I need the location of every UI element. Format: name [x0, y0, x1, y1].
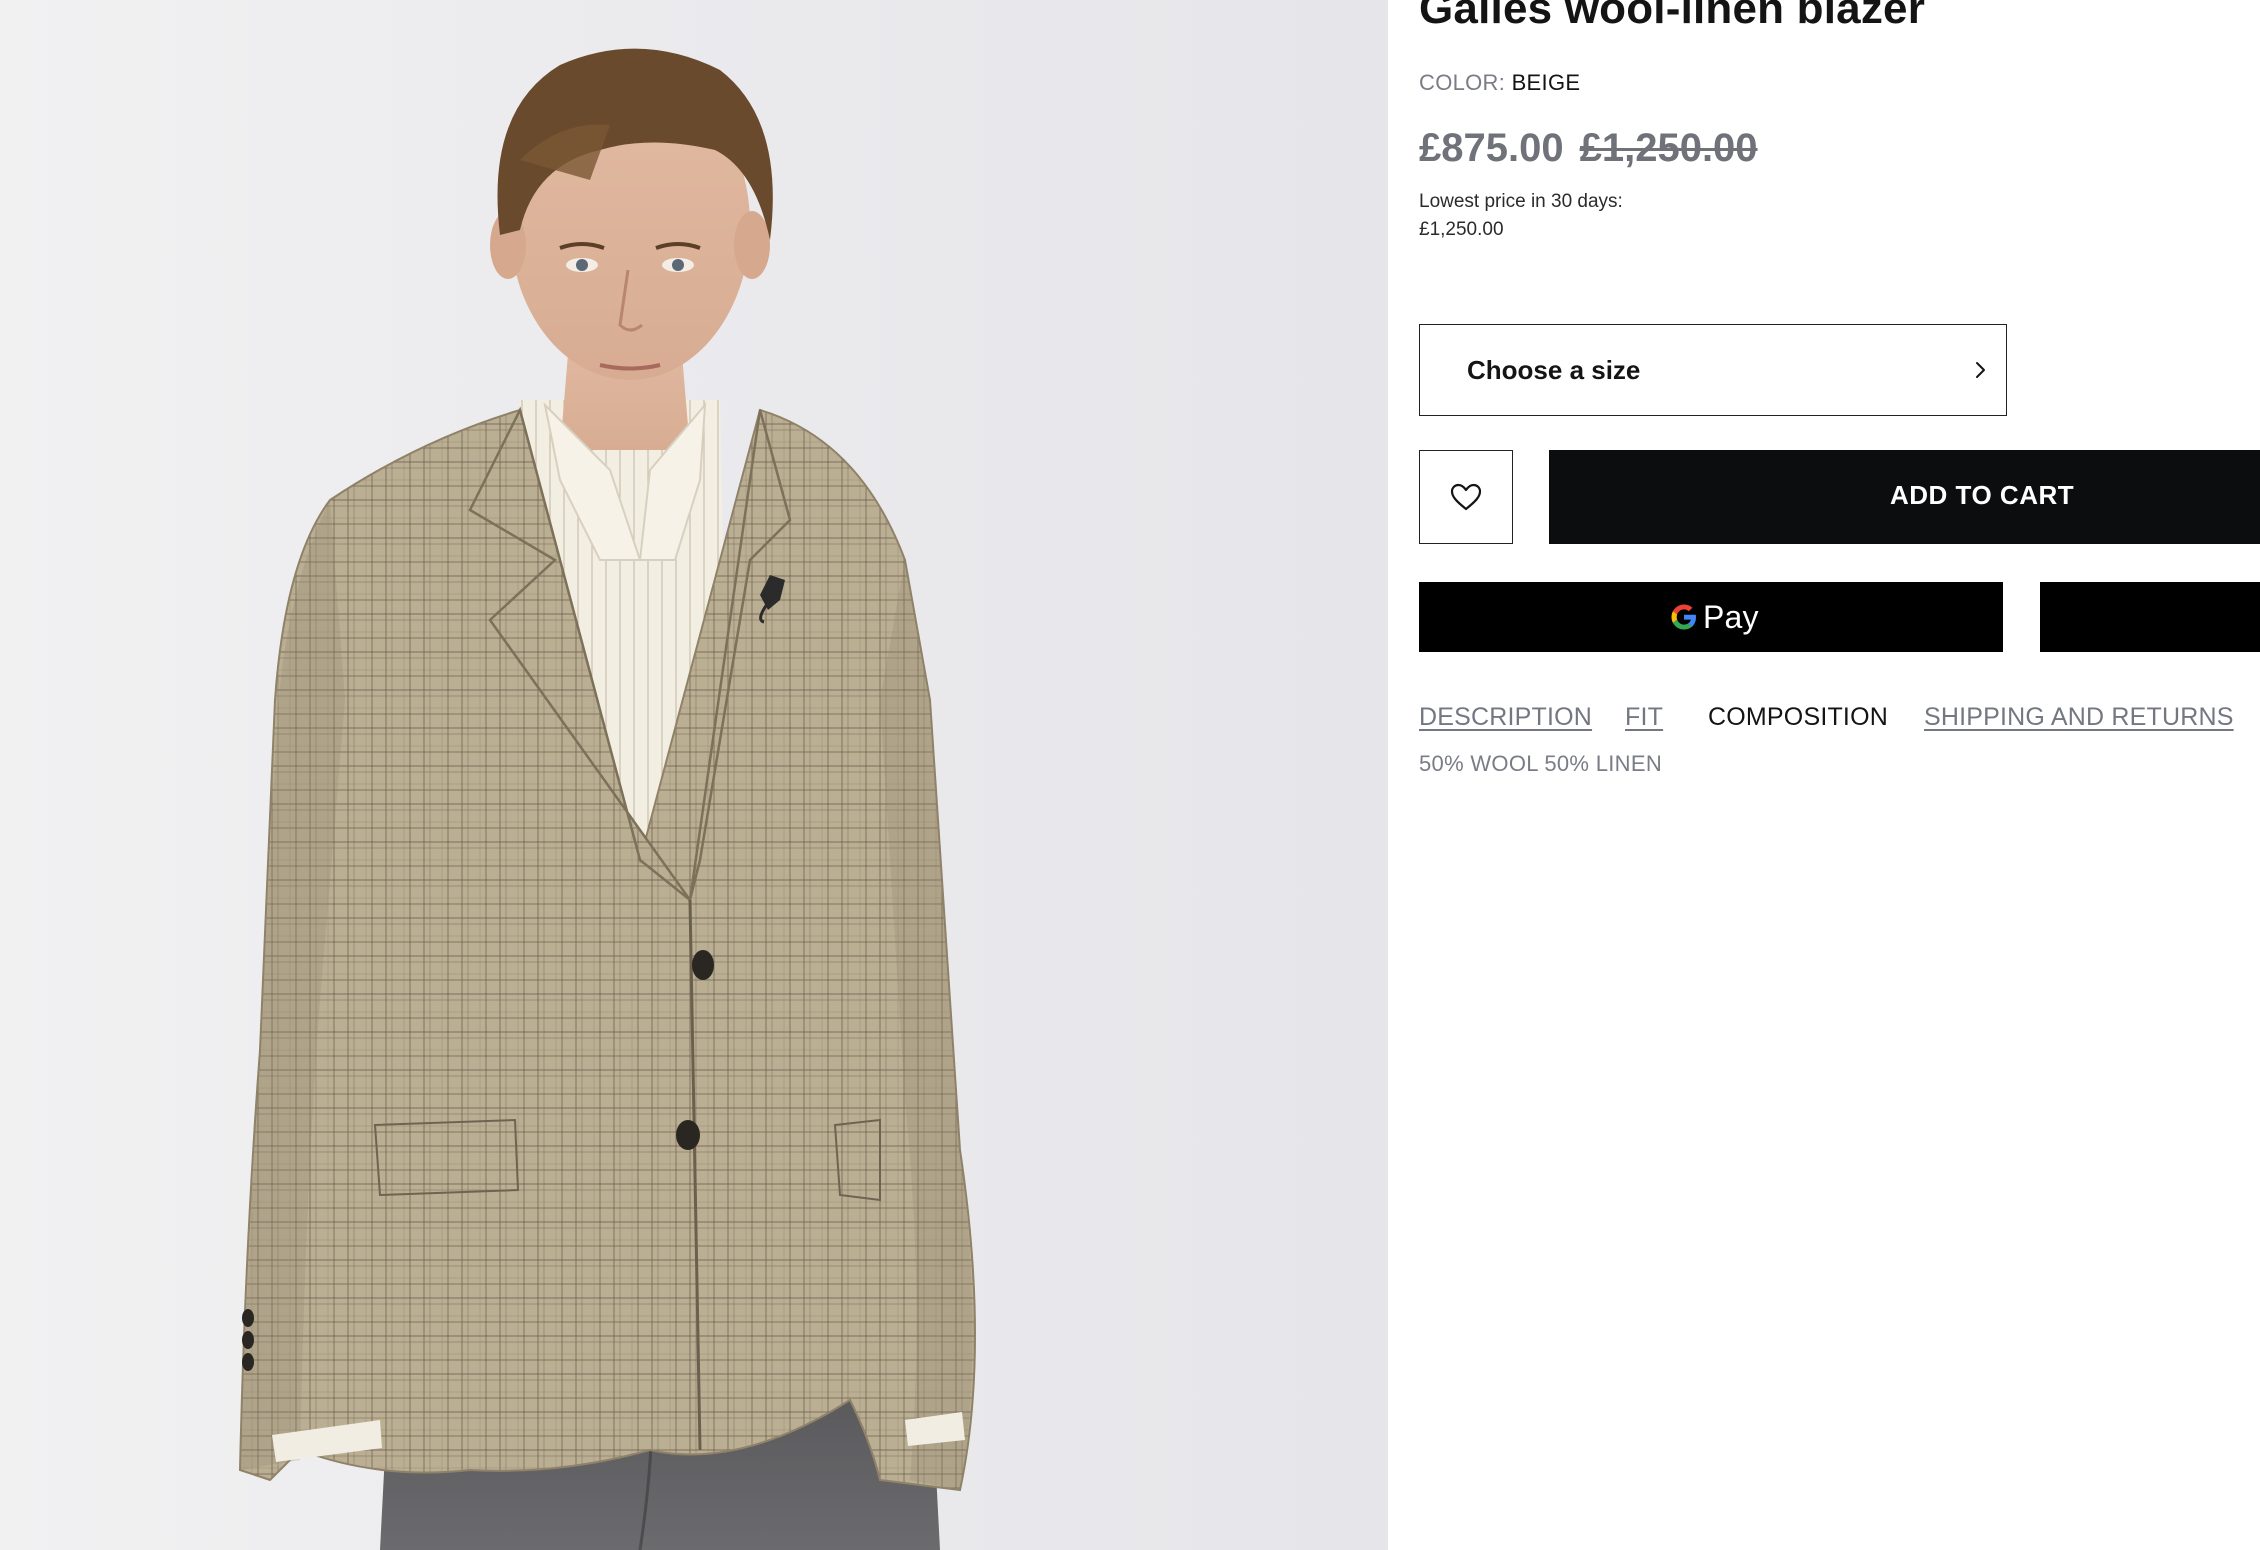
- size-selector-label: Choose a size: [1467, 355, 1641, 385]
- heart-icon: [1450, 483, 1482, 511]
- color-label: COLOR:: [1419, 70, 1506, 95]
- lowest-price-value: £1,250.00: [1419, 219, 1504, 240]
- lowest-price-note: Lowest price in 30 days: £1,250.00: [1419, 188, 1623, 244]
- price-current: £875.00: [1419, 126, 1564, 170]
- tab-composition[interactable]: COMPOSITION: [1708, 703, 1888, 732]
- product-details-panel: Galles wool-linen blazer COLOR: BEIGE £8…: [1388, 0, 2260, 1550]
- tab-shipping-and-returns[interactable]: SHIPPING AND RETURNS: [1924, 703, 2234, 732]
- model-illustration: [238, 48, 976, 1550]
- google-pay-button[interactable]: Pay: [1419, 582, 2003, 652]
- tab-fit[interactable]: FIT: [1625, 703, 1663, 732]
- lowest-price-label: Lowest price in 30 days:: [1419, 191, 1623, 212]
- google-pay-mark: Pay: [1669, 598, 1759, 636]
- composition-content: 50% WOOL 50% LINEN: [1419, 751, 1663, 776]
- add-to-cart-button[interactable]: ADD TO CART: [1549, 450, 2260, 544]
- google-g-icon: [1671, 604, 1696, 630]
- tab-description[interactable]: DESCRIPTION: [1419, 703, 1592, 732]
- color-value: BEIGE: [1511, 70, 1581, 95]
- color-info: COLOR: BEIGE: [1419, 70, 1580, 96]
- google-pay-label: Pay: [1703, 598, 1759, 635]
- add-to-cart-label: ADD TO CART: [1890, 480, 2075, 510]
- express-pay-button[interactable]: [2040, 582, 2260, 652]
- price-block: £875.00 £1,250.00: [1419, 126, 1758, 171]
- product-title: Galles wool-linen blazer: [1419, 0, 1926, 33]
- size-selector[interactable]: Choose a size: [1419, 324, 2007, 416]
- wishlist-button[interactable]: [1419, 450, 1513, 544]
- product-image[interactable]: [0, 0, 1388, 1550]
- chevron-right-icon: [1976, 362, 1985, 378]
- price-original: £1,250.00: [1579, 126, 1758, 170]
